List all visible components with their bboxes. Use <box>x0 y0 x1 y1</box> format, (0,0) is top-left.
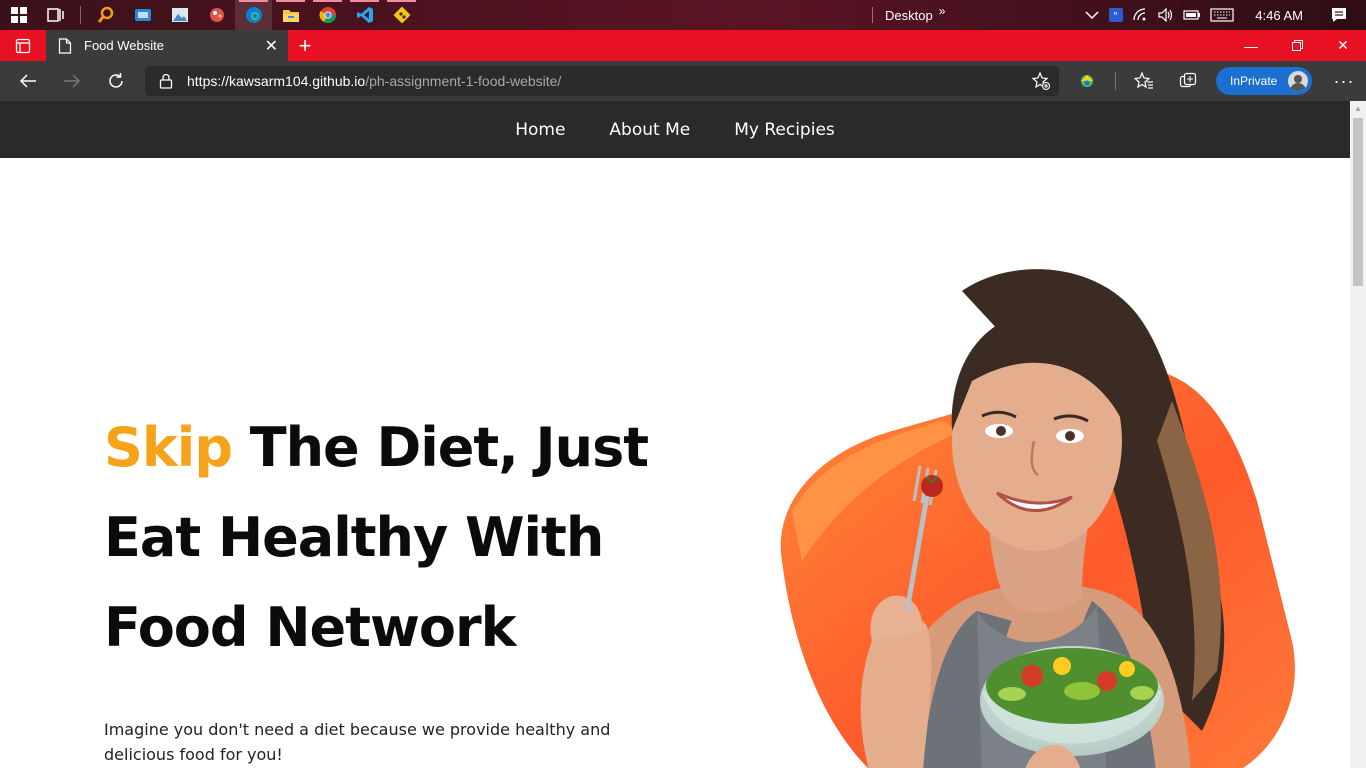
hero-title: Skip The Diet, Just Eat Healthy With Foo… <box>104 403 704 673</box>
hero-image <box>780 269 1295 768</box>
browser-tab-strip: Food Website ✕ + — ✕ <box>0 30 1366 61</box>
notification-center-icon[interactable] <box>1330 6 1348 24</box>
file-explorer-icon[interactable] <box>272 0 309 30</box>
tray-app-icon[interactable]: " <box>1108 7 1124 23</box>
hero-heading: Skip The Diet, Just Eat Healthy With Foo… <box>104 403 704 673</box>
desktop-toolbar[interactable]: Desktop » <box>872 0 945 30</box>
keyboard-icon[interactable] <box>1210 8 1234 22</box>
hero-description: Imagine you don't need a diet because we… <box>104 720 611 764</box>
close-window-icon[interactable]: ✕ <box>1320 30 1366 61</box>
chevron-up-icon[interactable] <box>1085 10 1099 20</box>
nav-my-recipies[interactable]: My Recipies <box>734 120 835 140</box>
toolbar-separator <box>1115 72 1116 90</box>
lock-icon[interactable] <box>157 72 175 90</box>
tab-food-website[interactable]: Food Website ✕ <box>46 30 288 61</box>
edge-app-icon[interactable] <box>235 0 272 30</box>
tab-actions-icon[interactable] <box>0 30 46 61</box>
url-path: /ph-assignment-1-food-website/ <box>365 73 562 89</box>
chrome-app-icon[interactable] <box>309 0 346 30</box>
hero-title-line-1-rest: The Diet, Just <box>231 416 649 479</box>
battery-icon[interactable] <box>1183 9 1201 21</box>
start-icon[interactable] <box>0 0 37 30</box>
minimize-icon[interactable]: — <box>1228 30 1274 61</box>
clock[interactable]: 4:46 AM <box>1255 8 1303 23</box>
site-navbar: Home About Me My Recipies <box>0 101 1350 158</box>
restore-icon[interactable] <box>1274 30 1320 61</box>
back-icon[interactable] <box>6 61 50 101</box>
extension-icon[interactable] <box>1065 61 1109 101</box>
refresh-icon[interactable] <box>94 61 138 101</box>
browser-toolbar: https://kawsarm104.github.io /ph-assignm… <box>0 61 1366 101</box>
add-favorite-icon[interactable] <box>1031 71 1051 91</box>
search-app-icon[interactable] <box>87 0 124 30</box>
wifi-icon[interactable] <box>1133 8 1149 22</box>
page-scrollbar[interactable]: ▲ <box>1350 101 1366 768</box>
new-tab-icon[interactable]: + <box>288 30 322 61</box>
volume-icon[interactable] <box>1158 8 1174 22</box>
windows-taskbar: Desktop » " 4:46 AM <box>0 0 1366 30</box>
hero-title-accent: Skip <box>104 416 233 479</box>
hero-title-line-2: Eat Healthy With <box>104 506 604 569</box>
chevron-double-right-icon[interactable]: » <box>939 4 946 18</box>
system-tray: " 4:46 AM <box>1085 0 1366 30</box>
scrollbar-thumb[interactable] <box>1353 118 1363 286</box>
profile-avatar-icon <box>1286 69 1310 93</box>
more-options-icon[interactable]: ··· <box>1322 71 1366 92</box>
url-host: https://kawsarm104.github.io <box>187 73 366 89</box>
git-app-icon[interactable] <box>383 0 420 30</box>
svg-text:": " <box>1113 11 1118 22</box>
favorites-icon[interactable] <box>1122 61 1166 101</box>
inprivate-label: InPrivate <box>1230 74 1278 88</box>
task-view-icon[interactable] <box>37 0 74 30</box>
page-icon <box>58 37 72 54</box>
tab-title: Food Website <box>84 38 164 53</box>
toolbar-right: InPrivate ··· <box>1065 61 1366 101</box>
page-viewport: Home About Me My Recipies Skip The Diet,… <box>0 101 1350 768</box>
window-controls: — ✕ <box>1228 30 1366 61</box>
nav-about-me[interactable]: About Me <box>609 120 690 140</box>
taskbar-separator <box>80 6 81 24</box>
vscode-app-icon[interactable] <box>346 0 383 30</box>
scroll-up-arrow-icon[interactable]: ▲ <box>1350 101 1366 117</box>
app-icon-blue[interactable] <box>124 0 161 30</box>
inprivate-button[interactable]: InPrivate <box>1216 67 1312 95</box>
photos-app-icon[interactable] <box>161 0 198 30</box>
nav-home[interactable]: Home <box>515 120 565 140</box>
address-bar[interactable]: https://kawsarm104.github.io /ph-assignm… <box>145 66 1059 96</box>
hero-title-line-1: Skip The Diet, Just <box>104 403 704 493</box>
desktop-label: Desktop <box>885 7 933 23</box>
collections-icon[interactable] <box>1166 61 1210 101</box>
hero-title-line-3: Food Network <box>104 596 517 659</box>
paint-app-icon[interactable] <box>198 0 235 30</box>
close-tab-icon[interactable]: ✕ <box>265 36 278 56</box>
forward-icon[interactable] <box>50 61 94 101</box>
desktop-separator <box>872 7 873 23</box>
